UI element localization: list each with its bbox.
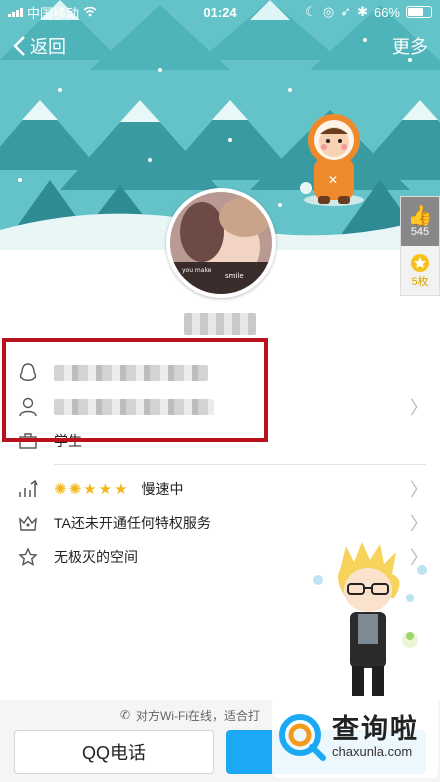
- qq-call-button[interactable]: QQ电话: [14, 730, 214, 774]
- nickname: [184, 313, 256, 335]
- chevron-right-icon: 〉: [410, 514, 428, 534]
- back-label: 返回: [30, 37, 66, 57]
- navigation-bar: 返回 更多: [0, 30, 440, 62]
- crown-icon: [18, 513, 38, 533]
- status-bar: 中国移动 01:24 ☾ ◎ ➶ ✱ 66%: [0, 0, 440, 24]
- like-button[interactable]: 👍 545: [401, 197, 439, 246]
- phone-icon: ✆: [119, 708, 131, 722]
- chevron-right-icon: 〉: [410, 480, 428, 500]
- level-status: 慢速中: [141, 481, 184, 497]
- avatar[interactable]: you make smile: [166, 188, 276, 298]
- star-icon: ★: [83, 480, 97, 498]
- star-badge-icon: [411, 253, 429, 272]
- privilege-text: TA还未开通任何特权服务: [54, 515, 211, 531]
- svg-text:you make: you make: [182, 267, 212, 274]
- svg-text:smile: smile: [225, 272, 244, 280]
- battery-icon: [406, 6, 432, 18]
- watermark-en: chaxunla.com: [332, 744, 413, 760]
- watermark: 查询啦 chaxunla.com: [272, 696, 438, 778]
- star-outline-icon: [18, 547, 38, 567]
- level-chart-icon: [18, 479, 38, 499]
- clock: 01:24: [203, 4, 237, 20]
- badge-count: 5枚: [411, 275, 429, 288]
- privilege-row[interactable]: TA还未开通任何特权服务 〉: [0, 506, 440, 540]
- highlight-box: [2, 338, 268, 442]
- level-row[interactable]: ✺ ✺ ★ ★ ★ 慢速中 〉: [0, 472, 440, 506]
- online-status-text: 对方Wi-Fi在线，适合打: [136, 708, 261, 723]
- thumbs-up-icon: 👍: [407, 204, 433, 227]
- cartoon-character: [310, 540, 430, 700]
- sun-icon: ✺: [68, 480, 82, 498]
- level-stars: ✺ ✺ ★ ★ ★: [54, 482, 128, 497]
- star-icon: ★: [114, 480, 128, 498]
- badge-button[interactable]: 5枚: [401, 246, 439, 295]
- like-widget: 👍 545 5枚: [400, 196, 440, 296]
- qzone-text: 无极灭的空间: [54, 549, 138, 565]
- back-button[interactable]: 返回: [12, 33, 66, 59]
- chevron-right-icon: 〉: [410, 398, 428, 418]
- divider: [54, 464, 426, 465]
- chevron-left-icon: [13, 36, 25, 56]
- avatar-photo: you make smile: [170, 192, 272, 294]
- watermark-cn: 查询啦: [332, 713, 419, 744]
- search-logo-icon: [279, 714, 326, 761]
- like-count: 545: [410, 225, 430, 238]
- sun-icon: ✺: [54, 480, 67, 498]
- svg-text:✕: ✕: [328, 173, 338, 187]
- more-button[interactable]: 更多: [392, 33, 428, 59]
- star-icon: ★: [98, 480, 113, 498]
